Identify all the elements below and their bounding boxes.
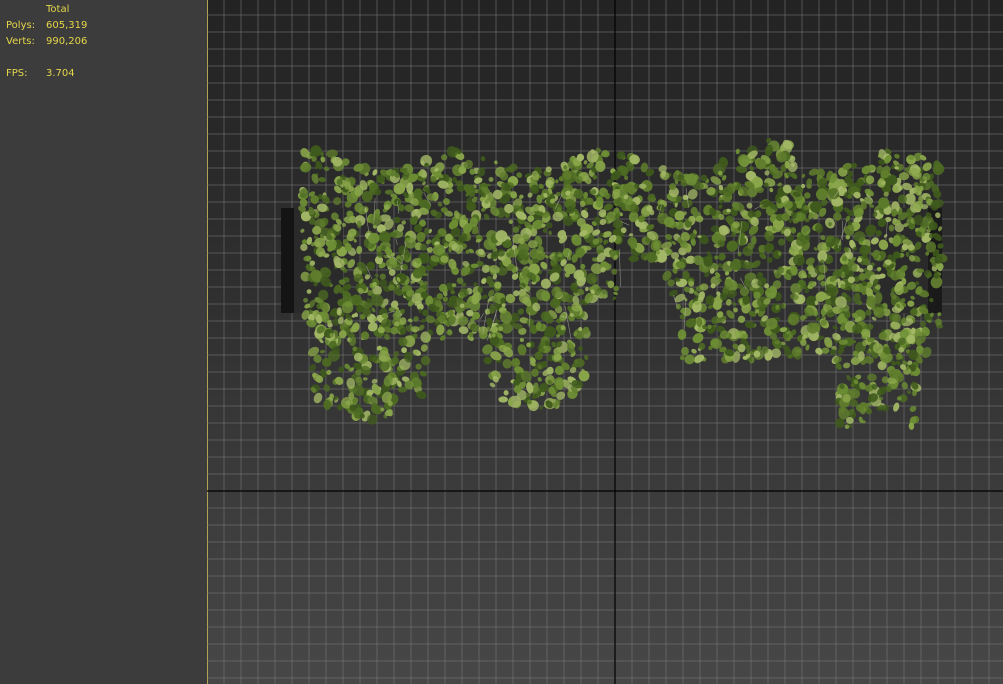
- ivy-leaf: [725, 299, 732, 306]
- ivy-leaf: [790, 227, 797, 234]
- ivy-leaf: [586, 273, 598, 285]
- ivy-leaf: [611, 268, 618, 275]
- ivy-leaf: [906, 390, 912, 395]
- ivy-leaf: [888, 368, 900, 379]
- fps-label: FPS:: [6, 68, 28, 79]
- ivy-leaf: [470, 263, 479, 269]
- stats-total-header: Total: [46, 4, 70, 15]
- ivy-leaf: [360, 331, 370, 340]
- ivy-leaf: [583, 160, 588, 165]
- ivy-leaf: [371, 307, 376, 313]
- ivy-leaf: [612, 296, 617, 301]
- ivy-leaf: [363, 377, 368, 381]
- ivy-leaf: [816, 168, 826, 178]
- polys-value: 605,319: [46, 20, 88, 31]
- ivy-leaf: [707, 325, 716, 334]
- ivy-leaf: [677, 329, 687, 340]
- ivy-leaf: [480, 156, 486, 162]
- ivy-leaf: [336, 306, 343, 316]
- ivy-leaf: [733, 307, 738, 313]
- ivy-leaf: [846, 374, 851, 381]
- ivy-leaf: [421, 318, 426, 323]
- ivy-leaf: [681, 199, 693, 209]
- ivy-leaf: [318, 176, 326, 183]
- statistics-panel: Total Polys: 605,319 Verts: 990,206 FPS:…: [0, 0, 207, 684]
- ivy-leaf: [804, 192, 811, 199]
- verts-value: 990,206: [46, 36, 88, 47]
- ivy-leaf: [681, 346, 689, 356]
- max-app: Total Polys: 605,319 Verts: 990,206 FPS:…: [0, 0, 1003, 684]
- ivy-leaf: [441, 154, 448, 161]
- ivy-leaf: [744, 321, 756, 329]
- ivy-leaf: [653, 240, 660, 250]
- polys-label: Polys:: [6, 20, 36, 31]
- ivy-leaf: [578, 346, 583, 351]
- ivy-leaf: [319, 349, 326, 354]
- ivy-leaf: [628, 255, 639, 263]
- ivy-leaf: [415, 363, 422, 370]
- ivy-leaf: [835, 418, 845, 428]
- ivy-leaf: [820, 235, 826, 241]
- ivy-leaf: [413, 316, 419, 322]
- ivy-leaf: [446, 329, 453, 336]
- viewport-canvas[interactable]: [207, 0, 1003, 684]
- ivy-stem: [619, 248, 621, 287]
- ivy-leaf: [679, 355, 685, 361]
- ivy-leaf: [664, 234, 673, 240]
- ivy-leaf: [555, 179, 559, 184]
- ivy-leaf: [407, 318, 413, 323]
- ivy-leaf: [537, 377, 542, 382]
- fps-value: 3.704: [46, 68, 75, 79]
- ivy-leaf: [489, 382, 496, 388]
- ivy-leaf: [749, 166, 755, 171]
- ivy-leaf: [311, 173, 319, 184]
- ivy-leaf: [323, 166, 330, 172]
- ivy-leaf: [498, 396, 508, 403]
- ivy-leaf: [548, 230, 552, 236]
- ivy-leaf: [746, 202, 753, 209]
- ivy-leaf: [766, 256, 773, 263]
- ivy-foliage[interactable]: [297, 137, 949, 430]
- ivy-leaf: [443, 198, 450, 206]
- ivy-leaf: [726, 208, 731, 213]
- ivy-leaf: [806, 265, 814, 272]
- ivy-leaf: [313, 392, 323, 404]
- ivy-leaf: [333, 197, 342, 206]
- ivy-leaf: [613, 291, 618, 296]
- ivy-leaf: [737, 315, 746, 323]
- ivy-leaf: [735, 148, 740, 155]
- ivy-leaf: [338, 366, 345, 373]
- ivy-leaf: [503, 390, 509, 396]
- left-planter-box-edge: [281, 208, 294, 313]
- ivy-leaf: [867, 373, 877, 382]
- ivy-leaf: [843, 362, 851, 369]
- ivy-stem: [395, 238, 398, 245]
- ivy-stem: [479, 313, 485, 320]
- ivy-leaf: [419, 370, 427, 377]
- top-viewport[interactable]: [207, 0, 1003, 684]
- ivy-leaf: [894, 153, 900, 159]
- ivy-leaf: [483, 213, 490, 220]
- ivy-leaf: [379, 273, 386, 280]
- ivy-leaf: [458, 326, 469, 335]
- ivy-leaf: [517, 344, 527, 356]
- ivy-leaf: [804, 289, 810, 294]
- ivy-leaf: [488, 177, 494, 182]
- ivy-leaf: [323, 384, 331, 392]
- verts-label: Verts:: [6, 36, 35, 47]
- ivy-leaf: [300, 162, 312, 173]
- ivy-leaf: [483, 356, 492, 365]
- ivy-leaf: [494, 160, 498, 165]
- ivy-leaf: [906, 334, 916, 344]
- ivy-leaf: [698, 234, 709, 245]
- ivy-leaf: [893, 402, 900, 412]
- ivy-leaf: [425, 239, 432, 245]
- ivy-leaf: [832, 325, 838, 330]
- ivy-leaf: [718, 204, 723, 210]
- ivy-leaf: [769, 187, 774, 193]
- ivy-leaf: [344, 181, 351, 190]
- ivy-leaf: [908, 168, 921, 177]
- ivy-leaf: [870, 237, 879, 245]
